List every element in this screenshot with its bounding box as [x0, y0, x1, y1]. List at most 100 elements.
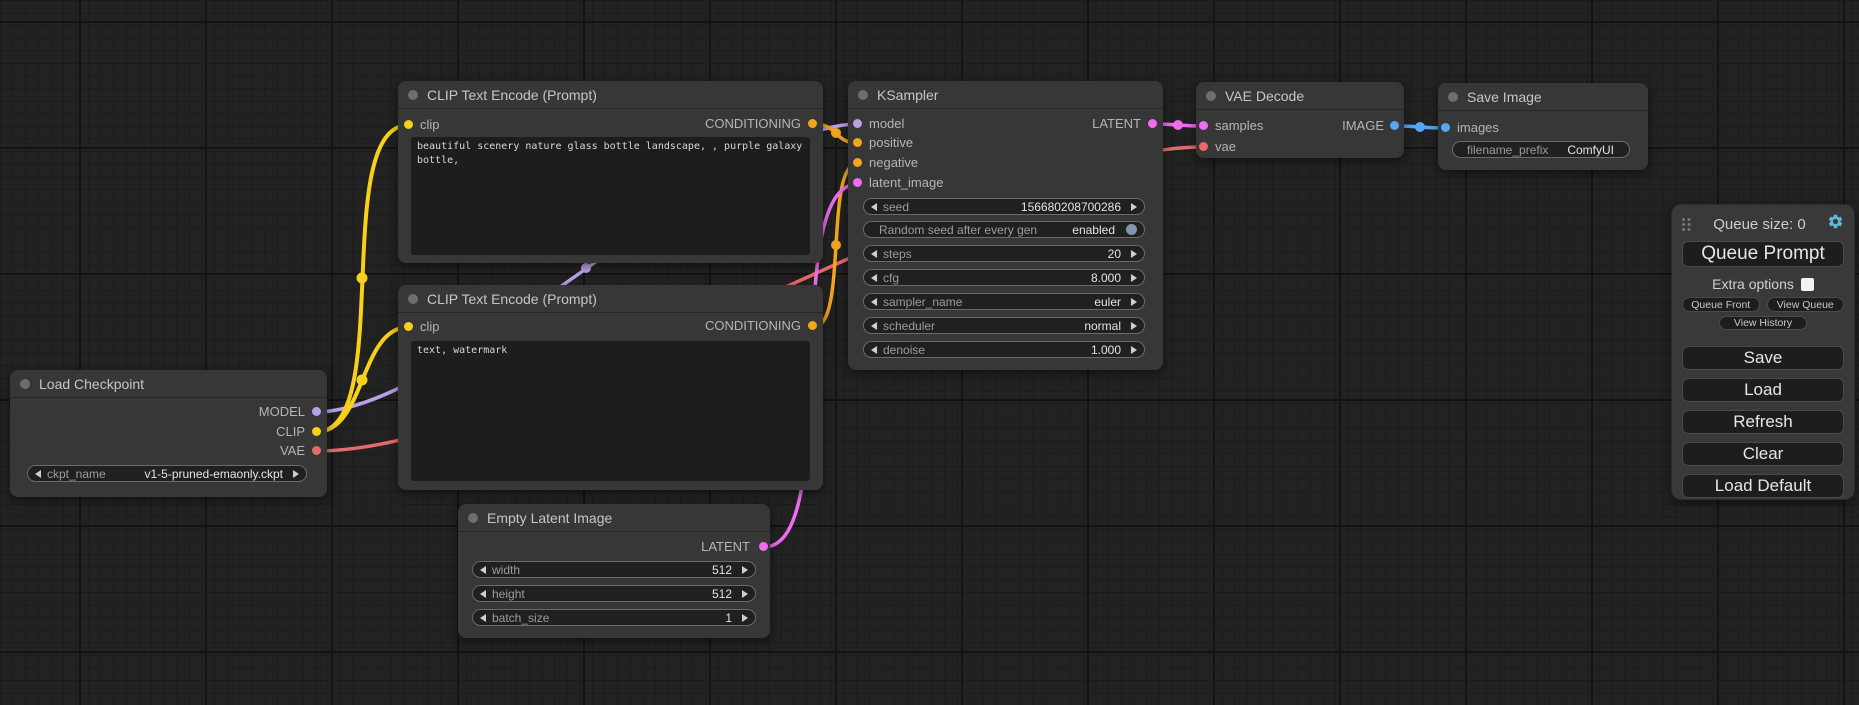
- input-port-positive[interactable]: [853, 138, 862, 147]
- node-ksampler[interactable]: KSampler model positive negative latent_…: [848, 81, 1163, 370]
- decrement-arrow-icon[interactable]: [480, 590, 486, 598]
- view-history-button[interactable]: View History: [1719, 316, 1807, 330]
- node-header[interactable]: CLIP Text Encode (Prompt): [398, 81, 823, 109]
- decrement-arrow-icon[interactable]: [35, 470, 41, 478]
- denoise-widget[interactable]: denoise 1.000: [863, 341, 1145, 358]
- output-port-vae[interactable]: [312, 446, 321, 455]
- settings-gear-icon[interactable]: [1827, 213, 1844, 235]
- extra-options-label: Extra options: [1712, 276, 1794, 292]
- collapse-dot-icon[interactable]: [858, 90, 868, 100]
- widget-label: height: [492, 587, 525, 601]
- node-empty-latent-image[interactable]: Empty Latent Image LATENT width 512 heig…: [458, 504, 770, 638]
- increment-arrow-icon[interactable]: [293, 470, 299, 478]
- ckpt-name-widget[interactable]: ckpt_name v1-5-pruned-emaonly.ckpt: [27, 465, 307, 482]
- input-port-images[interactable]: [1441, 123, 1450, 132]
- queue-panel: Queue size: 0 Queue Prompt Extra options…: [1671, 204, 1855, 500]
- width-widget[interactable]: width 512: [472, 561, 756, 578]
- output-port-clip[interactable]: [312, 427, 321, 436]
- input-port-latent-image[interactable]: [853, 178, 862, 187]
- increment-arrow-icon[interactable]: [742, 566, 748, 574]
- input-port-clip[interactable]: [404, 322, 413, 331]
- port-label-latent-out: LATENT: [1092, 116, 1141, 132]
- decrement-arrow-icon[interactable]: [480, 566, 486, 574]
- increment-arrow-icon[interactable]: [742, 614, 748, 622]
- random-seed-widget[interactable]: Random seed after every gen enabled: [863, 221, 1145, 238]
- node-clip-text-encode-positive[interactable]: CLIP Text Encode (Prompt) clip CONDITION…: [398, 81, 823, 263]
- negative-prompt-textarea[interactable]: text, watermark: [411, 341, 810, 481]
- link-midpoint-dot: [1415, 122, 1425, 132]
- widget-value: 1: [725, 611, 732, 625]
- node-header[interactable]: KSampler: [848, 81, 1163, 109]
- node-header[interactable]: Save Image: [1438, 83, 1648, 111]
- node-load-checkpoint[interactable]: Load Checkpoint MODEL CLIP VAE ckpt_name…: [10, 370, 327, 497]
- input-port-model[interactable]: [853, 119, 862, 128]
- graph-canvas[interactable]: { "colors": { "model_port": "#b8a0e8", "…: [0, 0, 1859, 705]
- output-port-image[interactable]: [1390, 121, 1399, 130]
- collapse-dot-icon[interactable]: [1206, 91, 1216, 101]
- view-queue-button[interactable]: View Queue: [1767, 297, 1845, 312]
- random-seed-toggle-icon[interactable]: [1126, 224, 1137, 235]
- positive-prompt-textarea[interactable]: beautiful scenery nature glass bottle la…: [411, 137, 810, 255]
- decrement-arrow-icon[interactable]: [871, 250, 877, 258]
- increment-arrow-icon[interactable]: [1131, 346, 1137, 354]
- filename-prefix-widget[interactable]: filename_prefix ComfyUI: [1452, 141, 1630, 158]
- link-midpoint-dot: [831, 240, 841, 250]
- increment-arrow-icon[interactable]: [1131, 274, 1137, 282]
- increment-arrow-icon[interactable]: [1131, 298, 1137, 306]
- input-port-negative[interactable]: [853, 158, 862, 167]
- port-label-latent-image: latent_image: [869, 175, 943, 191]
- decrement-arrow-icon[interactable]: [871, 322, 877, 330]
- collapse-dot-icon[interactable]: [20, 379, 30, 389]
- output-port-conditioning[interactable]: [808, 119, 817, 128]
- batch-size-widget[interactable]: batch_size 1: [472, 609, 756, 626]
- node-header[interactable]: CLIP Text Encode (Prompt): [398, 285, 823, 313]
- node-header[interactable]: Load Checkpoint: [10, 370, 327, 398]
- sampler-name-widget[interactable]: sampler_name euler: [863, 293, 1145, 310]
- decrement-arrow-icon[interactable]: [871, 346, 877, 354]
- widget-label: denoise: [883, 343, 925, 357]
- output-port-conditioning[interactable]: [808, 321, 817, 330]
- node-title: VAE Decode: [1225, 88, 1304, 104]
- link-midpoint-dot: [357, 273, 368, 284]
- queue-front-button[interactable]: Queue Front: [1682, 297, 1760, 312]
- load-button[interactable]: Load: [1682, 378, 1844, 402]
- increment-arrow-icon[interactable]: [1131, 250, 1137, 258]
- port-label-conditioning: CONDITIONING: [705, 116, 801, 132]
- node-clip-text-encode-negative[interactable]: CLIP Text Encode (Prompt) clip CONDITION…: [398, 285, 823, 490]
- increment-arrow-icon[interactable]: [1131, 322, 1137, 330]
- collapse-dot-icon[interactable]: [468, 513, 478, 523]
- node-save-image[interactable]: Save Image images filename_prefix ComfyU…: [1438, 83, 1648, 170]
- refresh-button[interactable]: Refresh: [1682, 410, 1844, 434]
- node-title: Empty Latent Image: [487, 510, 612, 526]
- save-button[interactable]: Save: [1682, 346, 1844, 370]
- node-header[interactable]: VAE Decode: [1196, 82, 1404, 110]
- input-port-clip[interactable]: [404, 120, 413, 129]
- output-port-model[interactable]: [312, 407, 321, 416]
- drag-handle-icon[interactable]: [1682, 217, 1692, 231]
- decrement-arrow-icon[interactable]: [480, 614, 486, 622]
- decrement-arrow-icon[interactable]: [871, 298, 877, 306]
- collapse-dot-icon[interactable]: [1448, 92, 1458, 102]
- extra-options-checkbox[interactable]: [1801, 278, 1814, 291]
- clear-button[interactable]: Clear: [1682, 442, 1844, 466]
- decrement-arrow-icon[interactable]: [871, 274, 877, 282]
- node-header[interactable]: Empty Latent Image: [458, 504, 770, 532]
- output-port-latent[interactable]: [759, 542, 768, 551]
- seed-widget[interactable]: seed 156680208700286: [863, 198, 1145, 215]
- cfg-widget[interactable]: cfg 8.000: [863, 269, 1145, 286]
- increment-arrow-icon[interactable]: [1131, 203, 1137, 211]
- height-widget[interactable]: height 512: [472, 585, 756, 602]
- input-port-vae[interactable]: [1199, 142, 1208, 151]
- steps-widget[interactable]: steps 20: [863, 245, 1145, 262]
- collapse-dot-icon[interactable]: [408, 294, 418, 304]
- output-port-latent[interactable]: [1148, 119, 1157, 128]
- widget-label: scheduler: [883, 319, 935, 333]
- node-vae-decode[interactable]: VAE Decode samples vae IMAGE: [1196, 82, 1404, 158]
- queue-prompt-button[interactable]: Queue Prompt: [1682, 241, 1844, 267]
- load-default-button[interactable]: Load Default: [1682, 474, 1844, 498]
- scheduler-widget[interactable]: scheduler normal: [863, 317, 1145, 334]
- increment-arrow-icon[interactable]: [742, 590, 748, 598]
- collapse-dot-icon[interactable]: [408, 90, 418, 100]
- decrement-arrow-icon[interactable]: [871, 203, 877, 211]
- input-port-samples[interactable]: [1199, 121, 1208, 130]
